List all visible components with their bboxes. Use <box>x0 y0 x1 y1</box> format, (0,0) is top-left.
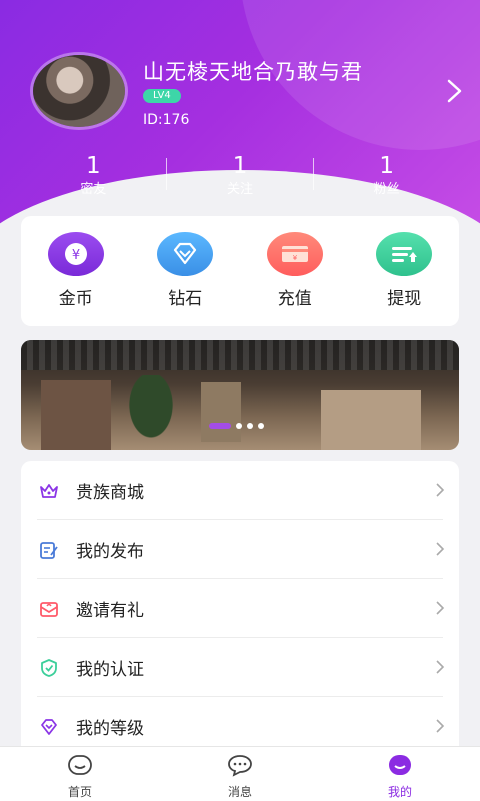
stats-row: 1 密友 1 关注 1 粉丝 <box>20 152 460 202</box>
level-diamond-icon <box>41 719 57 735</box>
user-name: 山无棱天地合乃敢与君 <box>143 60 363 84</box>
action-diamond[interactable]: 钻石 <box>131 216 241 326</box>
home-face-icon <box>68 755 92 775</box>
chevron-right-icon <box>436 719 445 733</box>
action-label: 充值 <box>277 289 312 309</box>
banner-image-wall <box>201 382 241 442</box>
stat-label: 关注 <box>227 182 254 197</box>
carousel-dot[interactable] <box>258 423 264 429</box>
banner-image-wall <box>321 390 421 450</box>
stat-value: 1 <box>379 153 394 179</box>
chevron-right-icon <box>436 483 445 497</box>
withdraw-icon <box>376 232 433 276</box>
action-recharge[interactable]: ¥ 充值 <box>240 216 350 326</box>
avatar[interactable] <box>33 55 125 127</box>
bottom-tab-bar: 首页 消息 我的 <box>0 746 480 801</box>
menu-item-invite[interactable]: 邀请有礼 <box>21 579 459 638</box>
chevron-right-icon <box>436 542 445 556</box>
gold-coin-icon: ¥ <box>47 232 104 276</box>
level-badge: LV4 <box>143 89 181 103</box>
menu-item-label: 我的发布 <box>76 542 144 562</box>
shield-check-icon <box>41 659 57 677</box>
stat-value: 1 <box>232 153 248 179</box>
menu-item-verification[interactable]: 我的认证 <box>21 638 459 697</box>
svg-text:¥: ¥ <box>293 254 298 262</box>
envelope-icon <box>40 602 58 617</box>
edit-icon <box>40 542 58 559</box>
chevron-right-icon <box>436 660 445 674</box>
menu-item-label: 我的等级 <box>76 719 144 739</box>
stat-friends[interactable]: 1 密友 <box>20 152 167 202</box>
settings-menu: 贵族商城 我的发布 邀请有礼 我的认证 我的等级 <box>21 461 459 761</box>
action-label: 钻石 <box>168 289 203 309</box>
crown-icon <box>40 484 58 498</box>
diamond-icon <box>157 232 214 276</box>
chevron-right-icon[interactable] <box>444 78 466 104</box>
chat-bubble-icon <box>228 755 252 777</box>
tab-home[interactable]: 首页 <box>0 747 160 801</box>
action-label: 提现 <box>387 289 422 309</box>
wallet-actions-card: ¥ 金币 钻石 ¥ 充值 提现 <box>21 216 459 326</box>
menu-item-label: 贵族商城 <box>76 483 144 503</box>
profile-smile-icon <box>389 755 411 775</box>
recharge-card-icon: ¥ <box>266 232 323 276</box>
carousel-dot-active[interactable] <box>209 423 231 429</box>
svg-text:¥: ¥ <box>72 248 80 263</box>
menu-item-my-posts[interactable]: 我的发布 <box>21 520 459 579</box>
tab-label: 我的 <box>387 785 412 799</box>
chevron-right-icon <box>436 601 445 615</box>
carousel-dot[interactable] <box>236 423 242 429</box>
banner-image-plant <box>121 375 181 450</box>
action-label: 金币 <box>58 289 93 309</box>
promo-banner[interactable] <box>21 340 459 450</box>
carousel-dot[interactable] <box>247 423 253 429</box>
menu-item-noble-mall[interactable]: 贵族商城 <box>21 461 459 520</box>
action-withdraw[interactable]: 提现 <box>350 216 460 326</box>
action-gold-coin[interactable]: ¥ 金币 <box>21 216 131 326</box>
stats-divider <box>166 158 167 190</box>
carousel-indicators <box>209 423 264 429</box>
tab-messages[interactable]: 消息 <box>160 747 320 801</box>
user-id: ID:176 <box>143 112 190 128</box>
tab-label: 首页 <box>67 785 92 799</box>
banner-image-wall <box>41 380 111 450</box>
tab-me[interactable]: 我的 <box>320 747 480 801</box>
menu-item-label: 我的认证 <box>76 660 144 680</box>
tab-label: 消息 <box>227 785 252 799</box>
stat-fans[interactable]: 1 粉丝 <box>313 152 460 202</box>
stat-value: 1 <box>86 153 101 179</box>
menu-item-label: 邀请有礼 <box>76 601 144 621</box>
stat-label: 粉丝 <box>373 182 400 197</box>
stats-divider <box>313 158 314 190</box>
stat-following[interactable]: 1 关注 <box>167 152 314 202</box>
stat-label: 密友 <box>80 182 107 197</box>
banner-image-ceiling <box>21 340 459 370</box>
